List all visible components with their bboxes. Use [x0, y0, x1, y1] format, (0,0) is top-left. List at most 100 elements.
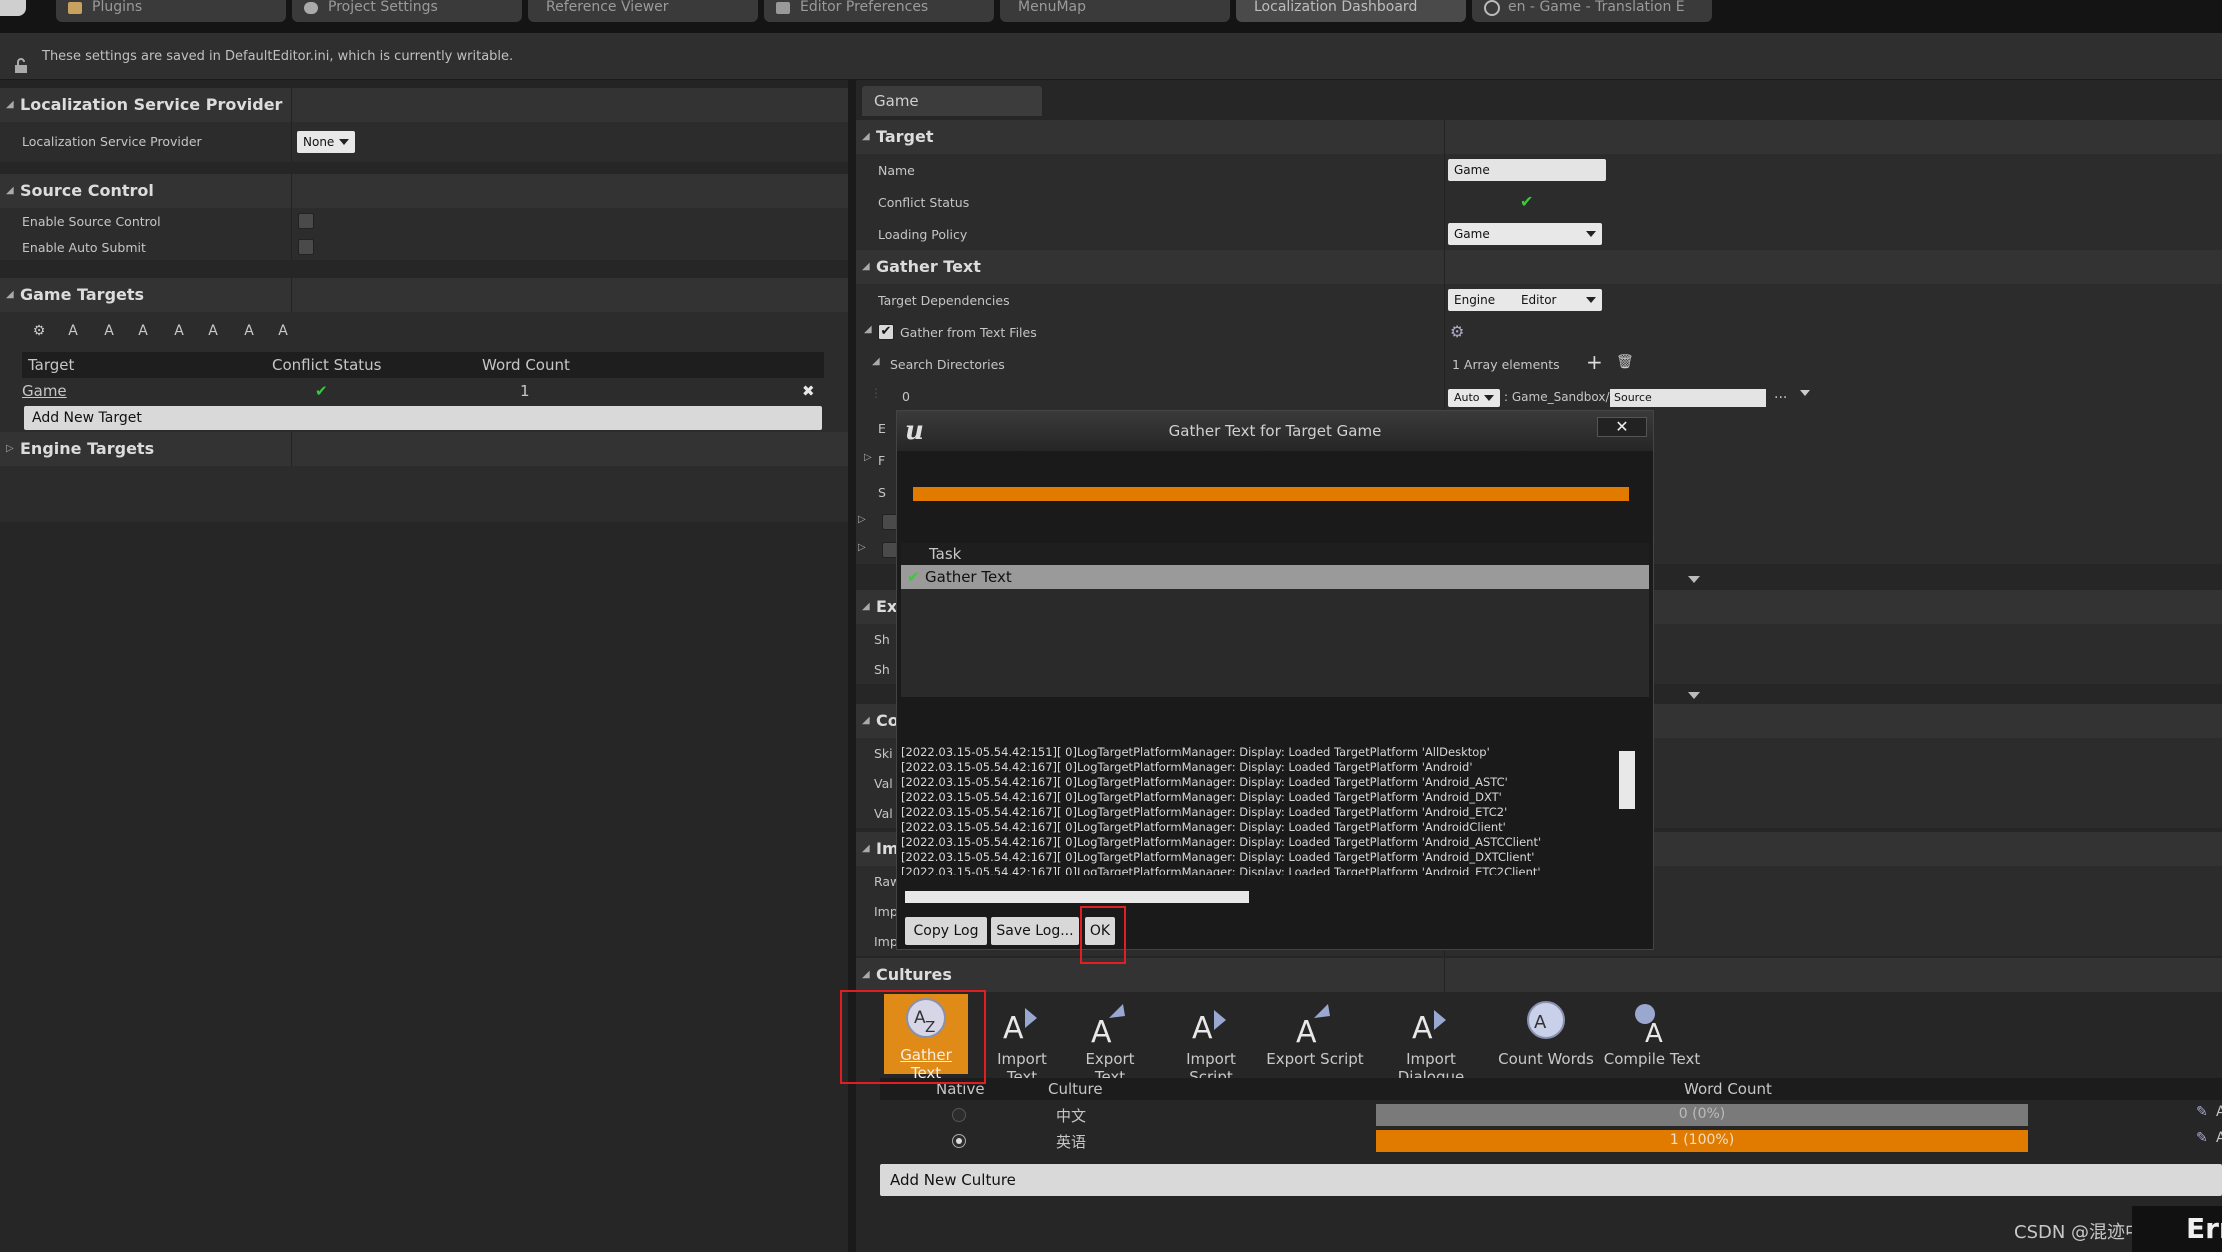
- chevron-down-icon[interactable]: [1800, 390, 1810, 396]
- target-name-input[interactable]: Game: [1448, 159, 1606, 181]
- game-targets-toolbar: ⚙ A A A A A A A: [28, 320, 308, 342]
- count-words-icon[interactable]: A: [238, 320, 260, 342]
- edit-culture-icon[interactable]: ✎: [2196, 1104, 2208, 1120]
- import-text-button[interactable]: A Import Text: [980, 998, 1064, 1086]
- category-title: Ex: [876, 597, 898, 616]
- column-header-task: Task: [929, 545, 962, 563]
- tab-game[interactable]: Game: [862, 86, 1042, 116]
- svg-text:A: A: [1296, 1015, 1317, 1050]
- tab-label: Localization Dashboard: [1254, 0, 1418, 15]
- add-new-target-button[interactable]: Add New Target: [24, 406, 822, 430]
- row-label: Ski: [874, 746, 893, 761]
- row-label: Sh: [874, 662, 890, 677]
- category-gather-text[interactable]: ◢ Gather Text: [856, 250, 2222, 284]
- column-header-conflict-status: Conflict Status: [272, 356, 382, 374]
- copy-log-button[interactable]: Copy Log: [905, 917, 987, 945]
- import-script-icon[interactable]: A: [132, 320, 154, 342]
- collapse-arrow-icon: ◢: [6, 185, 14, 196]
- provider-combo[interactable]: None: [297, 131, 355, 153]
- trash-icon[interactable]: 🗑: [1616, 354, 1634, 370]
- save-log-button[interactable]: Save Log...: [991, 917, 1079, 945]
- import-script-button[interactable]: A Import Script: [1162, 998, 1260, 1086]
- export-script-button[interactable]: A Export Script: [1266, 998, 1364, 1068]
- table-row[interactable]: 英语 1 (100%) ✎ A: [880, 1128, 2222, 1154]
- category-cultures[interactable]: ◢ Cultures: [856, 958, 2222, 992]
- table-row[interactable]: Game ✔ 1 ✖: [22, 378, 824, 404]
- gear-icon[interactable]: ⚙: [1450, 322, 1464, 341]
- dialog-titlebar[interactable]: u Gather Text for Target Game ✕: [897, 411, 1653, 451]
- category-target[interactable]: ◢ Target: [856, 120, 2222, 154]
- category-localization-service-provider[interactable]: ◢ Localization Service Provider: [0, 88, 848, 122]
- row-label: Search Directories: [890, 357, 1005, 372]
- category-source-control[interactable]: ◢ Source Control: [0, 174, 848, 208]
- tab-label: en - Game - Translation E: [1508, 0, 1685, 15]
- culture-action-icon[interactable]: A: [2216, 1130, 2222, 1146]
- preferences-icon: [776, 2, 790, 14]
- import-dialogue-button[interactable]: A Import Dialogue: [1374, 998, 1488, 1086]
- error-corner-label: Err: [2132, 1206, 2222, 1252]
- count-words-icon: A: [1519, 998, 1573, 1050]
- check-icon: ✔: [1520, 192, 1534, 211]
- dropdown-arrow-icon[interactable]: [1688, 576, 1700, 583]
- category-title: Localization Service Provider: [20, 95, 283, 114]
- svg-text:A: A: [1091, 1015, 1112, 1050]
- tab-menumap[interactable]: MenuMap: [1000, 0, 1230, 22]
- tab-editor-preferences[interactable]: Editor Preferences: [764, 0, 994, 22]
- path-prefix: : Game_Sandbox/: [1504, 390, 1610, 404]
- task-name: Gather Text: [925, 568, 1012, 586]
- enable-auto-submit-checkbox[interactable]: [298, 239, 314, 255]
- tab-project-settings[interactable]: Project Settings: [292, 0, 522, 22]
- log-output[interactable]: [2022.03.15-05.54.42:151][ 0]LogTargetPl…: [901, 745, 1629, 875]
- collapse-arrow-icon: ◢: [862, 261, 870, 272]
- category-game-targets[interactable]: ◢ Game Targets: [0, 278, 848, 312]
- target-dependencies-combo[interactable]: Engine Editor: [1448, 289, 1602, 311]
- native-radio[interactable]: [952, 1134, 966, 1148]
- log-scrollbar[interactable]: [1619, 751, 1635, 809]
- dropdown-arrow-icon[interactable]: [1688, 692, 1700, 699]
- word-count-text: 0 (0%): [1678, 1106, 1726, 1122]
- compile-text-button[interactable]: A Compile Text: [1602, 998, 1702, 1068]
- enable-source-control-checkbox[interactable]: [298, 213, 314, 229]
- count-words-button[interactable]: A Count Words: [1498, 998, 1594, 1068]
- gather-from-text-files-checkbox[interactable]: ✔: [878, 324, 894, 340]
- import-dialogue-icon[interactable]: A: [202, 320, 224, 342]
- native-radio[interactable]: [952, 1108, 966, 1122]
- loading-policy-combo[interactable]: Game: [1448, 223, 1602, 245]
- list-item[interactable]: ✔ Gather Text: [901, 565, 1649, 589]
- tab-localization-dashboard[interactable]: Localization Dashboard: [1236, 0, 1466, 22]
- tab-plugins[interactable]: Plugins: [56, 0, 286, 22]
- close-icon[interactable]: ✖: [802, 378, 815, 404]
- drag-handle-icon[interactable]: ⋮: [870, 386, 882, 400]
- toolbar-label: Compile Text: [1603, 1050, 1701, 1068]
- check-icon: ✔: [907, 568, 920, 586]
- close-icon[interactable]: ✕: [1597, 417, 1647, 437]
- export-text-icon[interactable]: A: [98, 320, 120, 342]
- tab-translation-editor[interactable]: en - Game - Translation E: [1472, 0, 1712, 22]
- browse-button[interactable]: ...: [1774, 386, 1787, 402]
- culture-name: 中文: [1056, 1107, 1087, 1125]
- settings-notice-bar: These settings are saved in DefaultEdito…: [0, 33, 2222, 80]
- category-engine-targets[interactable]: ▷ Engine Targets: [0, 432, 848, 466]
- toolbar-label: Count Words: [1498, 1050, 1594, 1068]
- path-root-combo[interactable]: Auto: [1448, 389, 1500, 407]
- compile-text-icon[interactable]: A: [272, 320, 294, 342]
- expand-arrow-icon: ▷: [6, 443, 14, 454]
- edit-culture-icon[interactable]: ✎: [2196, 1130, 2208, 1146]
- tab-reference-viewer[interactable]: Reference Viewer: [528, 0, 758, 22]
- word-count-bar: 0 (0%): [1376, 1104, 2028, 1126]
- export-text-button[interactable]: A Export Text: [1068, 998, 1152, 1086]
- unreal-logo-icon: u: [905, 416, 924, 446]
- export-script-icon[interactable]: A: [168, 320, 190, 342]
- import-text-icon[interactable]: A: [62, 320, 84, 342]
- target-name-link[interactable]: Game: [22, 378, 67, 404]
- unlock-icon: [14, 47, 28, 73]
- error-text: Err: [2186, 1212, 2222, 1245]
- add-new-culture-button[interactable]: Add New Culture: [880, 1164, 2222, 1196]
- path-input[interactable]: Source: [1610, 389, 1766, 407]
- tab-label: Reference Viewer: [546, 0, 669, 15]
- gather-text-icon[interactable]: ⚙: [28, 320, 50, 342]
- log-horizontal-scrollbar[interactable]: [905, 891, 1249, 903]
- table-row[interactable]: 中文 0 (0%) ✎ A: [880, 1102, 2222, 1128]
- culture-action-icon[interactable]: A: [2216, 1104, 2222, 1120]
- plus-icon[interactable]: +: [1586, 350, 1603, 374]
